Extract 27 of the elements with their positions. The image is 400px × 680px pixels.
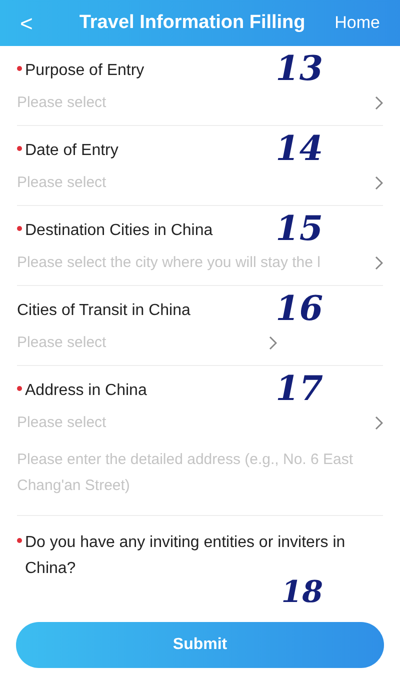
select-field[interactable]: Please select xyxy=(17,332,277,354)
back-button[interactable]: < xyxy=(20,6,50,40)
select-field[interactable]: Please select the city where you will stay the l xyxy=(17,252,383,274)
home-link[interactable]: Home xyxy=(334,10,380,36)
submit-button[interactable]: Submit xyxy=(16,622,384,668)
field-label: Cities of Transit in China xyxy=(17,301,190,321)
chevron-right-icon xyxy=(375,96,383,110)
select-field[interactable]: Please select xyxy=(17,92,383,114)
page-title: Travel Information Filling xyxy=(78,10,306,35)
handwritten-number: 14 xyxy=(276,132,323,166)
field-label: Address in China xyxy=(25,381,147,401)
field-label: Do you have any inviting entities or inviters in China? xyxy=(25,533,346,579)
chevron-right-icon xyxy=(375,416,383,430)
address-input[interactable]: Please enter the detailed address (e.g., No. 6 East Chang'an Street) xyxy=(17,446,357,506)
field-label: Destination Cities in China xyxy=(25,221,213,241)
select-field[interactable]: Please select xyxy=(17,412,383,434)
field-label: Date of Entry xyxy=(25,141,118,161)
chevron-right-icon xyxy=(375,256,383,270)
handwritten-number: 18 xyxy=(281,578,323,608)
handwritten-number: 15 xyxy=(276,212,323,246)
chevron-right-icon xyxy=(269,336,277,350)
handwritten-number: 16 xyxy=(276,292,323,326)
chevron-right-icon xyxy=(375,176,383,190)
select-field[interactable]: Please select xyxy=(17,172,383,194)
handwritten-number: 13 xyxy=(276,52,323,86)
field-label: Purpose of Entry xyxy=(25,61,144,81)
handwritten-number: 17 xyxy=(276,372,323,406)
